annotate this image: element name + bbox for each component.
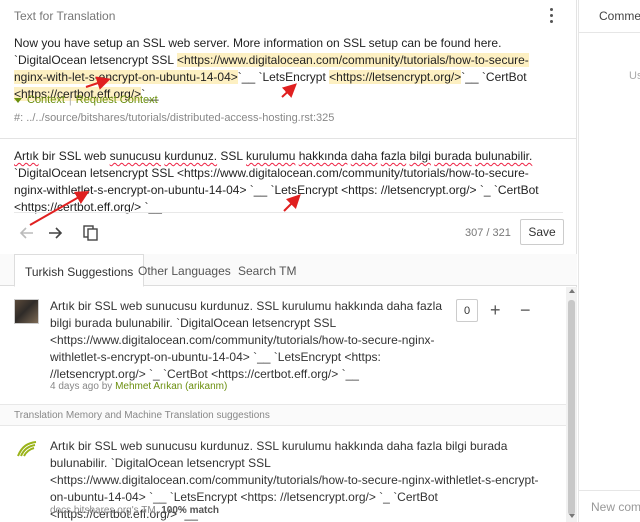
save-button[interactable]: Save — [520, 219, 564, 245]
translation-word: SSL — [58, 149, 81, 163]
suggestion-text[interactable]: Artık bir SSL web sunucusu kurdunuz. SSL… — [50, 298, 450, 383]
suggestions-list: Artık bir SSL web sunucusu kurdunuz. SSL… — [0, 287, 566, 522]
arrow-right-icon[interactable] — [46, 224, 64, 242]
arrow-left-icon[interactable] — [18, 224, 36, 242]
source-text-part: `__ `LetsEncrypt — [237, 70, 330, 84]
tm-leaf-icon — [16, 440, 38, 458]
translation-word: kurulumu — [246, 149, 296, 163]
suggestion-tabs: Turkish Suggestions Other Languages Sear… — [0, 254, 577, 287]
translation-word: burada — [434, 149, 472, 163]
translation-editor[interactable]: Artık bir SSL web sunucusu kurdunuz. SSL… — [14, 148, 554, 216]
translation-word: Artık — [14, 149, 39, 163]
upvote-button[interactable]: + — [490, 300, 501, 320]
tab-comments[interactable]: Comments — [579, 0, 640, 33]
translation-word: daha — [350, 149, 378, 163]
tm-source: docs.bitshares.org's TM, — [50, 505, 159, 516]
translation-word: bulunabilir. — [474, 149, 533, 163]
source-placeholder-url: <https://letsencrypt.org/> — [329, 70, 462, 84]
character-counter: 307 / 321 — [465, 227, 511, 239]
divider — [0, 138, 577, 139]
file-reference: #: ../../source/bitshares/tutorials/dist… — [14, 112, 335, 124]
translation-word: fazla — [380, 149, 407, 163]
translation-panel: Text for Translation Now you have setup … — [0, 0, 577, 522]
translation-word: sunucusu — [109, 149, 162, 163]
suggestion-author[interactable]: Mehmet Arıkan (arikanm) — [115, 381, 227, 392]
source-header-label: Text for Translation — [14, 9, 116, 23]
source-string: Now you have setup an SSL web server. Mo… — [14, 35, 554, 103]
translation-word: web — [84, 149, 107, 163]
tm-match-quality: 100% match — [161, 505, 220, 516]
translation-rest: `DigitalOcean letsencrypt SSL <https://w… — [14, 166, 539, 214]
translation-word: bir — [42, 149, 56, 163]
translation-word: hakkında — [298, 149, 348, 163]
sidebar-faint-text: Us — [629, 70, 640, 82]
comments-sidebar: Comments Us New comment — [578, 0, 640, 522]
copy-source-icon[interactable] — [82, 224, 100, 242]
translation-word: bilgi — [409, 149, 431, 163]
context-row: Context | Request Context — [14, 94, 158, 106]
tm-section-heading: Translation Memory and Machine Translati… — [0, 404, 566, 426]
source-header: Text for Translation — [0, 0, 577, 32]
scrollbar-thumb[interactable] — [568, 300, 575, 515]
suggestion-time: 4 days ago — [50, 381, 99, 392]
scroll-down-icon[interactable] — [569, 514, 575, 518]
request-context-link[interactable]: Request Context — [76, 94, 158, 106]
tab-other-languages[interactable]: Other Languages — [128, 254, 241, 286]
context-link[interactable]: Context — [27, 94, 65, 106]
tm-suggestion-meta: docs.bitshares.org's TM, 100% match — [50, 505, 219, 516]
tab-turkish-suggestions[interactable]: Turkish Suggestions — [14, 254, 145, 287]
tab-search-tm[interactable]: Search TM — [228, 254, 306, 286]
source-text-part: `__ `CertBot — [461, 70, 527, 84]
translation-word: kurdunuz. — [164, 149, 218, 163]
suggestion-by: by — [101, 381, 113, 392]
user-avatar — [14, 299, 39, 324]
translation-word: SSL — [220, 149, 243, 163]
scroll-up-icon[interactable] — [569, 289, 575, 293]
downvote-button[interactable]: − — [520, 300, 531, 320]
kebab-menu-icon[interactable] — [548, 8, 554, 24]
vote-count: 0 — [456, 299, 478, 322]
expand-triangle-icon — [14, 97, 22, 103]
divider — [14, 212, 563, 213]
new-comment-input[interactable]: New comment — [579, 490, 640, 522]
suggestion-meta: 4 days ago by Mehmet Arıkan (arikanm) — [50, 381, 227, 392]
